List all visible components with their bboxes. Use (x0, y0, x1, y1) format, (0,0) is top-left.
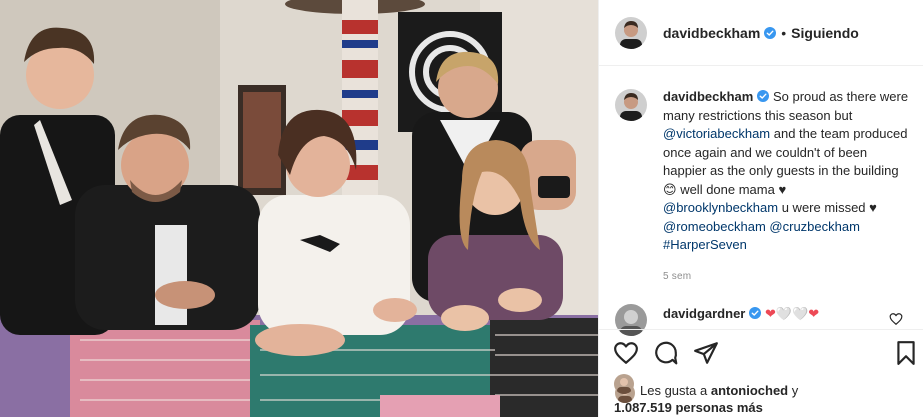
following-button[interactable]: Siguiendo (791, 25, 859, 41)
hashtag-link[interactable]: #HarperSeven (663, 237, 747, 252)
comment-text-block: davidgardner ❤🤍🤍❤ (663, 305, 819, 323)
heart-emoji: ♥ (869, 200, 877, 215)
likes-prefix: Les gusta a (640, 383, 708, 398)
verified-badge-icon (764, 26, 777, 39)
likes-connector: y (791, 383, 799, 398)
avatar-image (615, 89, 647, 121)
like-outline-icon[interactable] (889, 312, 903, 326)
commenter-username[interactable]: davidgardner (663, 306, 745, 321)
author-avatar[interactable] (615, 16, 647, 49)
heart-emoji: ♥ (778, 181, 787, 197)
avatar-image (615, 16, 647, 49)
author-username[interactable]: davidbeckham (663, 25, 760, 41)
mention-link[interactable]: @victoriabeckham (663, 126, 770, 141)
post-actions (613, 340, 915, 368)
comment-icon[interactable] (653, 340, 679, 366)
family-photo-illustration (0, 0, 598, 417)
caption-text-3: well done mama (680, 181, 775, 197)
heart-icon[interactable] (613, 340, 639, 366)
liker-avatar-icon[interactable] (614, 374, 634, 394)
caption-author-avatar[interactable] (615, 89, 647, 121)
mention-link[interactable]: @romeobeckham (663, 219, 766, 234)
caption-author-username[interactable]: davidbeckham (663, 89, 753, 104)
comment-item: davidgardner ❤🤍🤍❤ (615, 304, 910, 336)
caption-text-4: u were missed (781, 200, 866, 215)
verified-badge-icon (757, 90, 770, 102)
likes-count[interactable]: 1.087.519 personas más (614, 401, 763, 415)
verified-badge-icon (749, 307, 762, 319)
avatar-image (615, 304, 647, 336)
commenter-avatar[interactable] (615, 304, 647, 336)
smile-emoji: 😊 (663, 181, 677, 197)
comment-body: ❤🤍🤍❤ (764, 306, 820, 321)
header-separator: • (781, 24, 787, 41)
caption-body: davidbeckham So proud as there were many… (663, 88, 910, 286)
share-icon[interactable] (693, 340, 719, 366)
likes-line-1: Les gusta a antonioched y (640, 384, 798, 398)
post-photo[interactable] (0, 0, 598, 417)
mention-link[interactable]: @brooklynbeckham (663, 200, 778, 215)
post-side-panel: davidbeckham • Siguiendo davidbeckham So… (598, 0, 923, 417)
mention-link[interactable]: @cruzbeckham (769, 219, 860, 234)
liker-username[interactable]: antonioched (711, 383, 788, 398)
post-caption: davidbeckham So proud as there were many… (615, 88, 910, 286)
bookmark-icon[interactable] (893, 340, 919, 366)
actions-divider (599, 329, 923, 330)
post-header: davidbeckham • Siguiendo (599, 0, 923, 66)
post-timestamp[interactable]: 5 sem (663, 268, 910, 287)
